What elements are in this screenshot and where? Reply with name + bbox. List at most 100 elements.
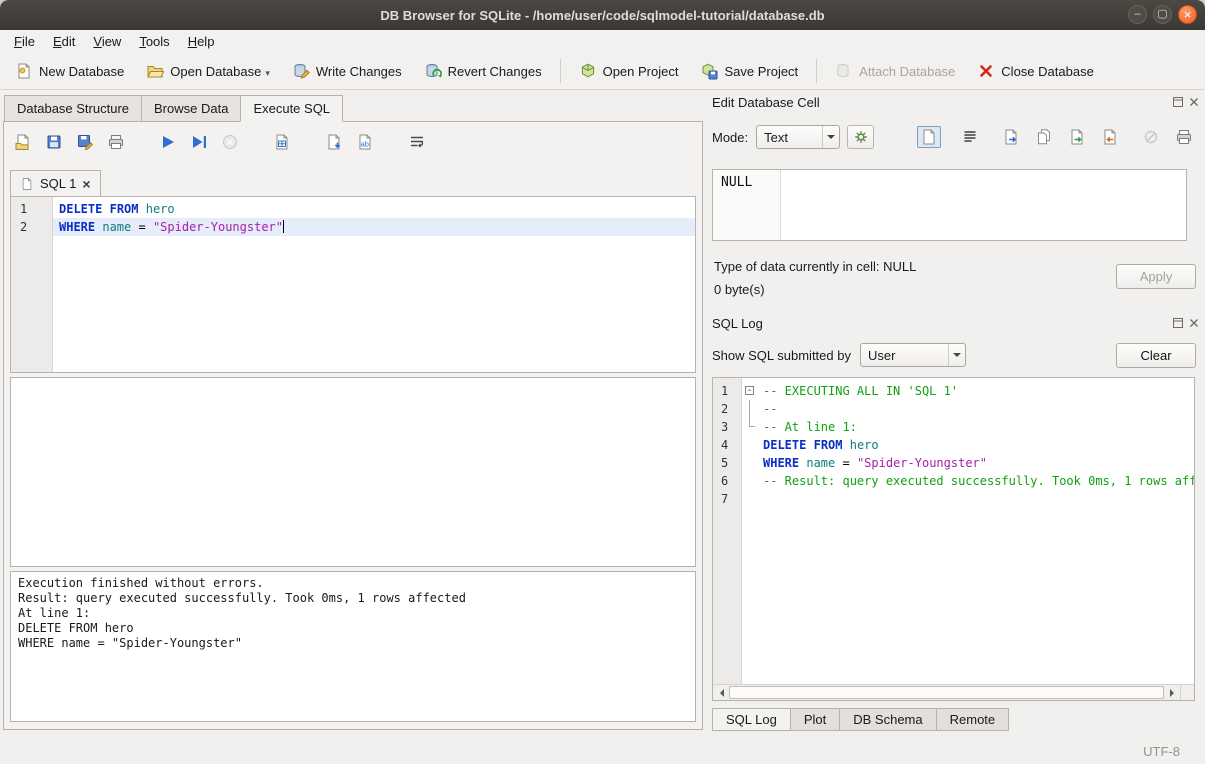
open-file-button[interactable] <box>999 126 1023 148</box>
float-panel-icon[interactable] <box>1172 317 1184 329</box>
close-button[interactable]: × <box>1178 5 1197 24</box>
clear-button[interactable]: Clear <box>1116 343 1196 368</box>
mode-label: Mode: <box>712 130 748 145</box>
save-project-button[interactable]: Save Project <box>691 57 807 85</box>
open-sql-button[interactable] <box>14 133 32 151</box>
scroll-left-button[interactable] <box>713 685 729 700</box>
export-cell-button[interactable] <box>1098 126 1122 148</box>
cell-editor[interactable]: NULL <box>712 169 1187 241</box>
menu-edit[interactable]: Edit <box>44 31 84 52</box>
dock-tab-remote[interactable]: Remote <box>936 708 1010 731</box>
message-line: At line 1: <box>18 606 688 621</box>
save-as-file-button[interactable] <box>1032 126 1056 148</box>
cell-editor-area[interactable] <box>781 170 1186 240</box>
edit-cell-title: Edit Database Cell <box>712 95 820 110</box>
tab-execute-sql[interactable]: Execute SQL <box>240 95 343 122</box>
app-window: DB Browser for SQLite - /home/user/code/… <box>0 0 1205 764</box>
open-sql-icon <box>14 133 32 151</box>
maximize-button[interactable]: ▢ <box>1153 5 1172 24</box>
save-sql-button[interactable] <box>45 133 63 151</box>
fold-guide <box>749 400 750 418</box>
write-changes-button[interactable]: Write Changes <box>283 57 411 85</box>
right-pane: Edit Database Cell Mode: Text NULL Type … <box>706 90 1205 738</box>
tab-close-icon[interactable]: × <box>82 177 90 191</box>
close-database-button[interactable]: Close Database <box>968 57 1103 85</box>
sql-editor[interactable]: 12 DELETE FROM heroWHERE name = "Spider-… <box>10 196 696 373</box>
log-filter-value: User <box>868 348 895 363</box>
titlebar[interactable]: DB Browser for SQLite - /home/user/code/… <box>0 0 1205 30</box>
sql-log-view[interactable]: 1234567 - -- EXECUTING ALL IN 'SQL 1'---… <box>712 377 1195 701</box>
save-sql-as-button[interactable] <box>76 133 94 151</box>
fold-collapse-icon[interactable]: - <box>745 386 754 395</box>
menu-help[interactable]: Help <box>179 31 224 52</box>
print-icon <box>1175 128 1193 146</box>
open-database-button[interactable]: Open Database▾ <box>137 57 279 85</box>
mode-combobox[interactable]: Text <box>756 125 840 149</box>
log-line: -- Result: query executed successfully. … <box>759 472 1194 490</box>
execute-all-button[interactable] <box>159 133 177 151</box>
text-view-button[interactable] <box>917 126 941 148</box>
print-button[interactable] <box>1172 126 1196 148</box>
save-view-button[interactable] <box>325 133 343 151</box>
find-replace-button[interactable]: ab <box>356 133 374 151</box>
log-line: DELETE FROM hero <box>759 436 1194 454</box>
open-project-button[interactable]: Open Project <box>570 57 688 85</box>
dock-tab-plot[interactable]: Plot <box>790 708 840 731</box>
scrollbar-thumb[interactable] <box>729 686 1164 699</box>
print-button[interactable] <box>107 133 125 151</box>
log-line-numbers: 1234567 <box>713 378 742 700</box>
align-justify-button[interactable] <box>958 126 982 148</box>
line-number: 3 <box>713 418 741 436</box>
execute-line-button[interactable] <box>190 133 208 151</box>
stop-button <box>221 133 239 151</box>
export-csv-button[interactable] <box>273 133 291 151</box>
sql-log-filter-row: Show SQL submitted by User Clear <box>712 340 1196 370</box>
export-cell-icon <box>1101 128 1119 146</box>
import-cell-button[interactable] <box>1065 126 1089 148</box>
log-filter-combobox[interactable]: User <box>860 343 966 367</box>
line-number: 2 <box>713 400 741 418</box>
new-database-button[interactable]: New Database <box>6 57 133 85</box>
execute-line-icon <box>190 133 208 151</box>
window-controls: – ▢ × <box>1128 5 1197 24</box>
cell-settings-button[interactable] <box>847 125 874 149</box>
text-cursor <box>283 220 284 233</box>
export-csv-icon <box>273 133 291 151</box>
save-sql-icon <box>45 133 63 151</box>
word-wrap-button[interactable] <box>408 133 426 151</box>
dock-tab-db-schema[interactable]: DB Schema <box>839 708 936 731</box>
scroll-right-button[interactable] <box>1164 685 1180 700</box>
tab-browse-data[interactable]: Browse Data <box>141 95 241 122</box>
project-open-icon <box>579 62 597 80</box>
mode-value: Text <box>764 130 788 145</box>
menu-view[interactable]: View <box>84 31 130 52</box>
arrow-right-icon <box>1170 689 1178 697</box>
float-panel-icon[interactable] <box>1172 96 1184 108</box>
menu-file[interactable]: File <box>5 31 44 52</box>
editor-code-area[interactable]: DELETE FROM heroWHERE name = "Spider-You… <box>53 197 695 372</box>
attach-database-button: Attach Database <box>826 57 964 85</box>
apply-button[interactable]: Apply <box>1116 264 1196 289</box>
sql-log-header: SQL Log <box>712 316 1200 334</box>
revert-changes-button[interactable]: Revert Changes <box>415 57 551 85</box>
execution-messages: Execution finished without errors.Result… <box>10 571 696 722</box>
left-pane: Database StructureBrowse DataExecute SQL… <box>0 90 706 738</box>
tab-database-structure[interactable]: Database Structure <box>4 95 142 122</box>
cell-value: NULL <box>713 170 781 240</box>
log-filter-label: Show SQL submitted by <box>712 348 851 363</box>
toolbar-separator <box>560 59 561 83</box>
close-panel-icon[interactable] <box>1188 317 1200 329</box>
main-tab-bar: Database StructureBrowse DataExecute SQL <box>4 95 342 122</box>
db-attach-icon <box>835 62 853 80</box>
horizontal-scrollbar[interactable] <box>713 684 1194 700</box>
edit-cell-mode-row: Mode: Text <box>712 123 1196 151</box>
close-panel-icon[interactable] <box>1188 96 1200 108</box>
menu-tools[interactable]: Tools <box>130 31 178 52</box>
sql-tab[interactable]: SQL 1 × <box>10 170 101 196</box>
dock-tab-sql-log[interactable]: SQL Log <box>712 708 791 731</box>
scrollbar-track[interactable] <box>729 685 1164 700</box>
set-null-icon <box>1142 128 1160 146</box>
minimize-button[interactable]: – <box>1128 5 1147 24</box>
line-number: 1 <box>713 382 741 400</box>
save-sql-as-icon <box>76 133 94 151</box>
